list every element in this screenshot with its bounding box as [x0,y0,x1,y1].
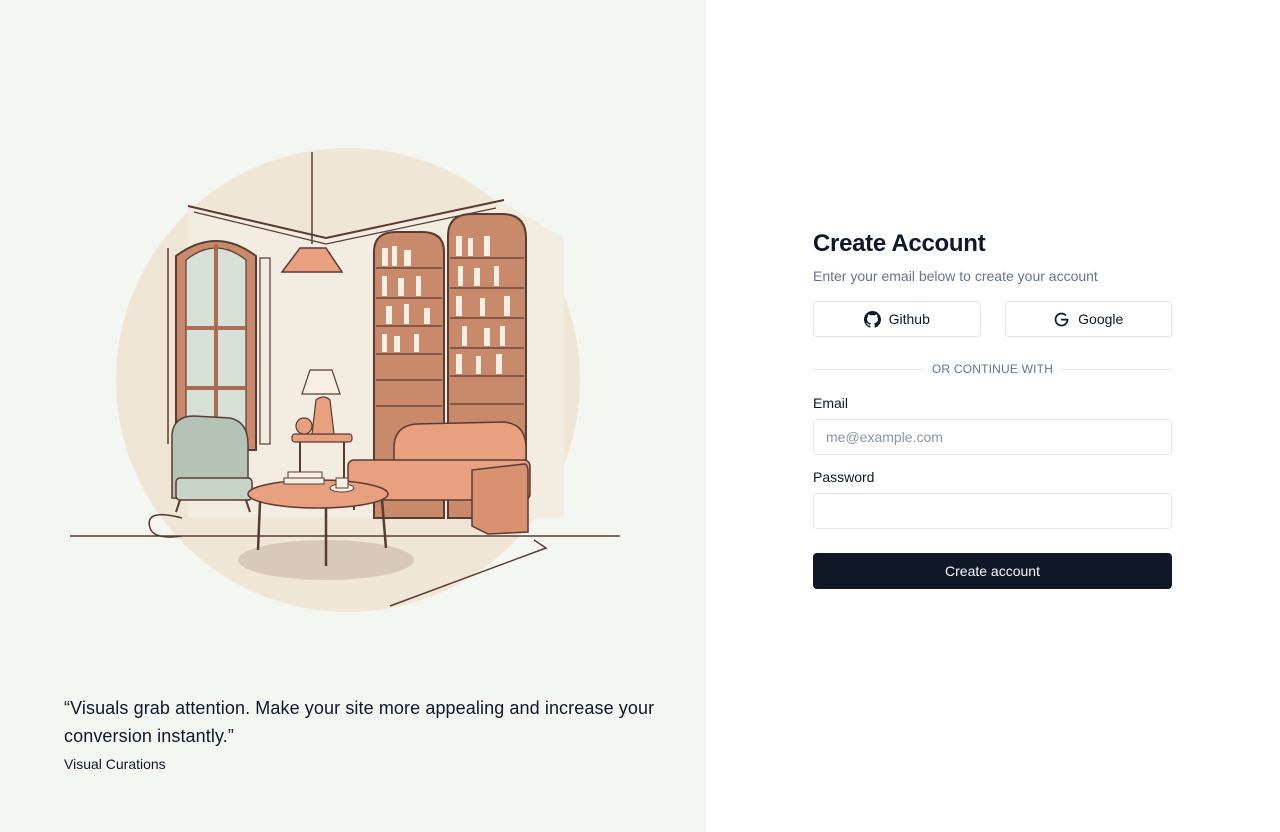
testimonial-quote: “Visuals grab attention. Make your site … [64,698,655,746]
password-field-group: Password [813,469,1172,529]
google-button-label: Google [1078,311,1124,327]
password-label: Password [813,469,875,485]
divider-text: OR CONTINUE WITH [923,362,1062,376]
github-button-label: Github [888,311,930,327]
living-room-illustration [70,148,620,612]
create-account-button[interactable]: Create account [813,553,1172,589]
email-field[interactable] [813,419,1172,455]
page-title: Create Account [813,230,986,257]
github-button[interactable]: Github [813,301,981,337]
brand-panel: “Visuals grab attention. Make your site … [0,0,706,832]
github-icon [863,310,881,328]
google-icon [1053,311,1070,328]
oauth-buttons: Github Google [813,301,1172,337]
email-field-group: Email [813,395,1172,455]
page-subtitle: Enter your email below to create your ac… [813,268,1098,284]
signup-panel: Create Account Enter your email below to… [706,0,1280,832]
divider: OR CONTINUE WITH [813,361,1172,377]
signup-form: Create Account Enter your email below to… [813,228,1172,589]
google-button[interactable]: Google [1004,301,1172,337]
testimonial-author: Visual Curations [64,756,166,772]
testimonial: “Visuals grab attention. Make your site … [64,694,664,774]
password-field[interactable] [813,493,1172,529]
email-label: Email [813,395,849,411]
